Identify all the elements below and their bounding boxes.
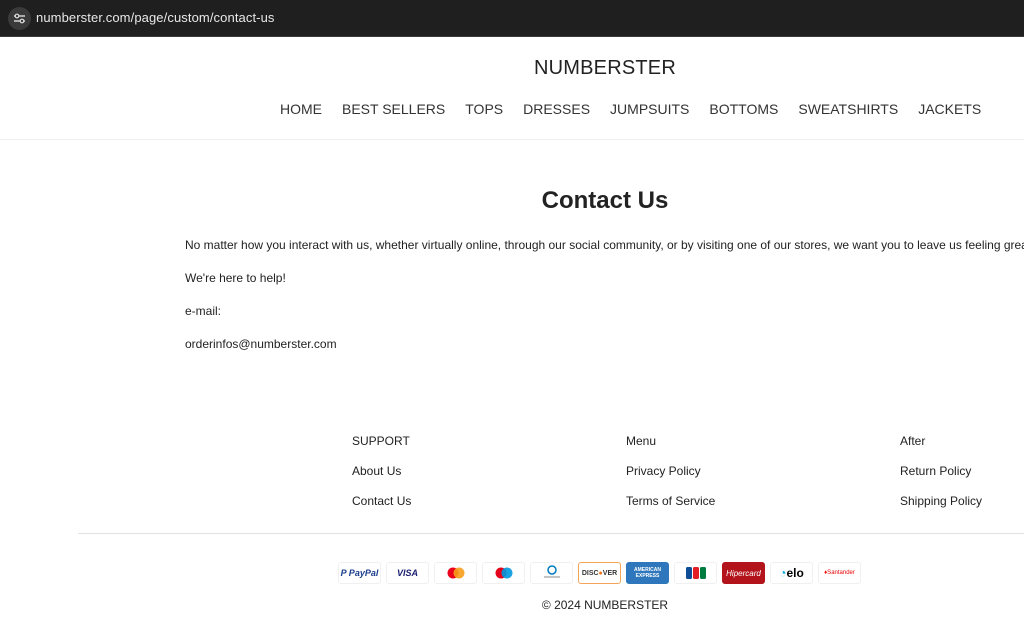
copyright-text: © 2024 NUMBERSTER	[541, 598, 669, 612]
main-nav: HOME BEST SELLERS TOPS DRESSES JUMPSUITS…	[280, 101, 1001, 117]
footer-link-shipping-policy[interactable]: Shipping Policy	[900, 494, 982, 508]
mastercard-icon	[434, 562, 477, 584]
footer-heading: SUPPORT	[352, 434, 410, 448]
footer-link-terms-of-service[interactable]: Terms of Service	[626, 494, 715, 508]
email-label: e-mail:	[185, 304, 222, 318]
email-address[interactable]: orderinfos@numberster.com	[185, 337, 337, 351]
nav-jackets[interactable]: JACKETS	[918, 101, 981, 117]
url-text[interactable]: numberster.com/page/custom/contact-us	[36, 10, 275, 25]
footer-heading: After	[900, 434, 926, 448]
paypal-icon: P PayPal	[338, 562, 381, 584]
santander-icon: ♦Santander	[818, 562, 861, 584]
footer-column-support: SUPPORT About Us Contact Us	[352, 434, 411, 524]
nav-tops[interactable]: TOPS	[465, 101, 503, 117]
nav-sweatshirts[interactable]: SWEATSHIRTS	[798, 101, 898, 117]
jcb-icon	[674, 562, 717, 584]
hipercard-icon: Hipercard	[722, 562, 765, 584]
site-header: NUMBERSTER HOME BEST SELLERS TOPS DRESSE…	[0, 37, 1024, 140]
browser-address-bar[interactable]: numberster.com/page/custom/contact-us	[0, 0, 1024, 37]
page-title: Contact Us	[541, 187, 669, 214]
nav-jumpsuits[interactable]: JUMPSUITS	[610, 101, 689, 117]
site-logo[interactable]: NUMBERSTER	[0, 57, 1024, 80]
nav-home[interactable]: HOME	[280, 101, 322, 117]
footer-link-about-us[interactable]: About Us	[352, 464, 411, 478]
payment-methods: P PayPal VISA DISC●VER AMERICAN EXPRESS H…	[338, 562, 861, 584]
footer-divider	[78, 533, 1024, 534]
discover-icon: DISC●VER	[578, 562, 621, 584]
footer-link-privacy-policy[interactable]: Privacy Policy	[626, 464, 715, 478]
help-text: We're here to help!	[185, 271, 286, 285]
footer-column-after: After Return Policy Shipping Policy	[900, 434, 982, 524]
elo-icon: ◔elo	[770, 562, 813, 584]
footer-link-return-policy[interactable]: Return Policy	[900, 464, 982, 478]
nav-best-sellers[interactable]: BEST SELLERS	[342, 101, 445, 117]
footer-column-menu: Menu Privacy Policy Terms of Service	[626, 434, 715, 524]
nav-dresses[interactable]: DRESSES	[523, 101, 590, 117]
nav-bottoms[interactable]: BOTTOMS	[709, 101, 778, 117]
footer-link-contact-us[interactable]: Contact Us	[352, 494, 411, 508]
american-express-icon: AMERICAN EXPRESS	[626, 562, 669, 584]
visa-icon: VISA	[386, 562, 429, 584]
maestro-icon	[482, 562, 525, 584]
footer-heading: Menu	[626, 434, 657, 448]
diners-club-icon	[530, 562, 573, 584]
intro-text: No matter how you interact with us, whet…	[185, 238, 1024, 252]
site-settings-icon[interactable]	[8, 7, 31, 30]
